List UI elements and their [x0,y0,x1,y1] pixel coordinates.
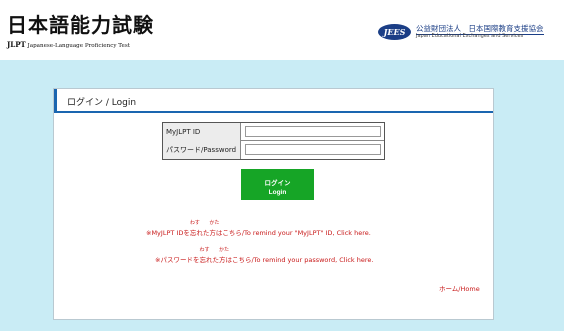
ruby-text: かた [218,247,229,253]
jlpt-logo-fullname: Japanese-Language Proficiency Test [27,43,130,49]
jees-logo-icon: JEES [378,24,411,40]
ruby-base: 方 [209,229,216,237]
ruby-base: 忘 [189,229,197,237]
jlpt-logo-abbr: JLPT [7,40,26,49]
remind-id-link[interactable]: ※MyJLPT IDを わす 忘れた かた 方はこちら/To remind your "… [146,220,371,237]
login-form: MyJLPT ID パスワード/Password [162,122,385,160]
panel-header: ログイン / Login [54,89,493,113]
login-panel: ログイン / Login MyJLPT ID パスワード/Password ログ… [53,88,494,320]
ruby-text: わす [189,220,200,226]
id-label: MyJLPT ID [163,123,241,141]
password-input[interactable] [245,144,381,155]
login-button[interactable]: ログイン Login [241,169,314,200]
remind-id-suffix: はこちら/To remind your "MyJLPT" ID, Click h… [215,229,371,237]
ruby-wasu: わす忘 [199,247,209,264]
password-row: パスワード/Password [163,141,384,159]
ruby-base: 忘 [199,256,206,264]
login-button-label-en: Login [268,188,287,196]
ruby-kata: かた方 [209,220,219,237]
ruby-text: わす [199,247,210,253]
remind-password-mid: れた [205,256,219,264]
ruby-wasu: わす忘 [189,220,200,237]
remind-id-mid: れた [196,229,210,237]
ruby-text: かた [209,220,220,226]
myjlpt-id-input[interactable] [245,126,381,137]
password-label: パスワード/Password [163,141,241,159]
jees-name-english: Japan Educational Exchanges and Services [416,33,524,39]
remind-password-suffix: はこちら/To remind your password, Click here… [225,256,374,264]
ruby-base: 方 [218,256,226,264]
jlpt-logo-title: 日本語能力試験 [7,13,154,37]
remind-password-link[interactable]: ※パスワードを わす 忘れた かた 方はこちら/To remind your passw… [155,247,374,264]
remind-password-prefix: ※パスワードを [155,256,200,264]
page-title: ログイン / Login [67,98,137,108]
login-button-label-jp: ログイン [264,179,291,187]
id-row: MyJLPT ID [163,123,384,141]
jlpt-logo-subtitle: JLPT Japanese-Language Proficiency Test [7,40,130,49]
ruby-kata: かた方 [218,247,229,264]
home-link[interactable]: ホーム/Home [439,283,480,293]
remind-id-prefix: ※MyJLPT IDを [146,229,190,237]
site-header: 日本語能力試験 JLPT Japanese-Language Proficien… [0,0,564,60]
